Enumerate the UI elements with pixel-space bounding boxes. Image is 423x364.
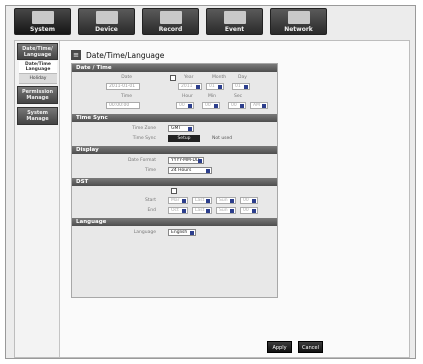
page-title: Date/Time/Language (86, 50, 165, 60)
sidebar-item-permission-manage[interactable]: Permission Manage (17, 86, 58, 104)
time-label: Time (120, 94, 132, 99)
sidebar-subitem-holiday[interactable]: Holiday (19, 74, 57, 84)
hour-select[interactable]: 00 (176, 102, 194, 109)
sidebar-item-date-time-language[interactable]: Date/Time/ Language (17, 43, 58, 60)
section-display: Display (72, 146, 277, 154)
dst-enable-checkbox[interactable] (171, 188, 177, 194)
time-sync-not-used-option[interactable]: Not used (212, 135, 232, 142)
tab-record[interactable]: Record (142, 8, 199, 35)
dst-start-week-select[interactable]: Last (192, 197, 212, 204)
date-format-label: Date Format (127, 158, 156, 163)
sidebar: Date/Time/ Language Date/Time Language H… (15, 41, 60, 357)
day-label: Day (238, 75, 247, 80)
hour-label: Hour (182, 94, 193, 99)
dst-start-hour-select[interactable]: 00 (240, 197, 258, 204)
year-label: Year (184, 75, 194, 80)
display-time-label: Time (144, 168, 156, 173)
dst-start-day-select[interactable]: Sun (216, 197, 236, 204)
min-label: Min (208, 94, 216, 99)
tab-system-label: System (30, 26, 55, 33)
settings-page-icon: ≡ (71, 50, 81, 60)
page-header: ≡ Date/Time/Language (71, 49, 164, 61)
event-icon (223, 11, 246, 24)
app-window: System Device Record Event Network Date/… (5, 5, 416, 359)
time-display-field: 00:00:00 (106, 102, 140, 109)
time-zone-select[interactable]: GMT (168, 125, 194, 132)
section-date-time: Date / Time (72, 64, 277, 72)
record-icon (159, 11, 182, 24)
time-zone-label: Time Zone (132, 126, 156, 131)
time-sync-setup-button[interactable]: Setup (168, 135, 200, 142)
time-edit-checkbox[interactable] (170, 75, 176, 81)
date-format-select[interactable]: YYYY-MM-DD (168, 157, 204, 164)
section-time-sync: Time Sync (72, 114, 277, 122)
month-label: Month (212, 75, 227, 80)
dst-end-hour-select[interactable]: 00 (240, 207, 258, 214)
content-area: Date/Time/ Language Date/Time Language H… (14, 40, 410, 358)
time-format-select[interactable]: 24 Hours (168, 167, 212, 174)
dst-end-label: End (147, 208, 156, 213)
year-select[interactable]: 2011 (178, 83, 202, 90)
cancel-button[interactable]: Cancel (298, 341, 323, 353)
month-select[interactable]: 01 (206, 83, 224, 90)
sidebar-subitem-date-time-language[interactable]: Date/Time Language (19, 61, 57, 74)
apply-button[interactable]: Apply (267, 341, 292, 353)
sec-label: Sec (234, 94, 243, 99)
dst-end-week-select[interactable]: Last (192, 207, 212, 214)
minute-select[interactable]: 00 (202, 102, 220, 109)
date-label: Date (121, 75, 132, 80)
tab-record-label: Record (158, 26, 183, 33)
tab-system[interactable]: System (14, 8, 71, 35)
top-tab-bar: System Device Record Event Network (14, 8, 327, 35)
section-language: Language (72, 218, 277, 226)
dst-end-day-select[interactable]: Sun (216, 207, 236, 214)
sidebar-item-system-manage[interactable]: System Manage (17, 107, 58, 125)
device-icon (95, 11, 118, 24)
system-icon (31, 11, 54, 24)
tab-event-label: Event (224, 26, 245, 33)
network-icon (287, 11, 310, 24)
dst-end-month-select[interactable]: Oct (168, 207, 188, 214)
tab-network[interactable]: Network (270, 8, 327, 35)
date-display-field: 2011-01-01 (106, 83, 140, 90)
section-dst: DST (72, 178, 277, 186)
second-select[interactable]: 00 (228, 102, 246, 109)
tab-event[interactable]: Event (206, 8, 263, 35)
tab-device-label: Device (95, 26, 118, 33)
dst-start-month-select[interactable]: Mar (168, 197, 188, 204)
language-label: Language (133, 230, 156, 235)
ampm-select[interactable]: AM (250, 102, 268, 109)
language-select[interactable]: English (168, 229, 196, 236)
time-sync-label: Time Sync (132, 136, 156, 141)
settings-panel: Date / Time Date 2011-01-01 Year Month D… (71, 63, 278, 298)
day-select[interactable]: 01 (232, 83, 250, 90)
tab-device[interactable]: Device (78, 8, 135, 35)
tab-network-label: Network (284, 26, 313, 33)
dst-start-label: Start (145, 198, 156, 203)
main-panel: ≡ Date/Time/Language Date / Time Date 20… (65, 45, 407, 355)
